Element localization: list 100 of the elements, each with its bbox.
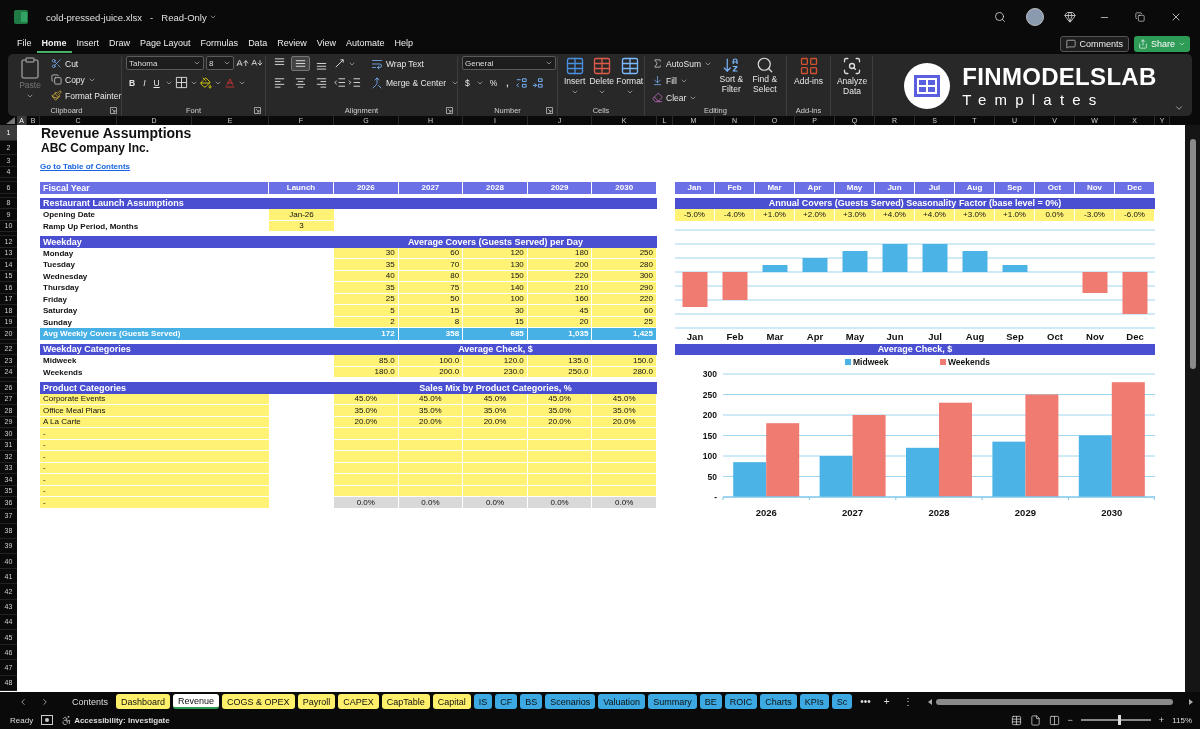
italic-button[interactable]: I	[140, 75, 149, 90]
delete-button[interactable]: Delete	[588, 56, 616, 96]
accessibility-status[interactable]: Accessibility: Investigate	[74, 715, 170, 725]
number-format-select[interactable]: General	[462, 56, 556, 70]
zoom-out-button[interactable]: −	[1067, 715, 1073, 725]
input-cell: 35	[334, 259, 399, 271]
menu-tab[interactable]: Draw	[104, 35, 136, 53]
row-label: Sunday	[42, 316, 73, 328]
comments-button[interactable]: Comments	[1060, 36, 1129, 52]
analyze-data-button[interactable]: Analyze Data	[835, 56, 869, 97]
scroll-left-icon[interactable]	[926, 698, 933, 705]
font-name-select[interactable]: Tahoma	[126, 56, 204, 70]
toc-link[interactable]: Go to Table of Contents	[40, 161, 131, 172]
sheet-tab[interactable]: CapTable	[381, 694, 430, 709]
column-header: Aug	[955, 182, 995, 194]
bold-button[interactable]: B	[126, 75, 139, 90]
column-header: Launch	[269, 182, 334, 194]
input-cell: -	[40, 497, 269, 509]
format-button[interactable]: Format	[616, 56, 644, 96]
input-cell	[592, 428, 657, 440]
column-header: May	[835, 182, 875, 194]
align-button[interactable]	[291, 56, 310, 71]
merge-center-button[interactable]: Merge & Center	[368, 75, 449, 90]
sheet-tab[interactable]: IS	[473, 694, 493, 709]
sheet-tab[interactable]: BS	[520, 694, 543, 709]
sheet-tab[interactable]: CF	[495, 694, 518, 709]
menu-tab[interactable]: Automate	[341, 35, 390, 53]
input-cell	[527, 451, 593, 463]
percent-button[interactable]: %	[486, 75, 501, 90]
column-header: Jul	[915, 182, 955, 194]
comma-button[interactable]: ,	[503, 75, 512, 90]
menu-tab[interactable]: Review	[272, 35, 312, 53]
dialog-launcher-icon[interactable]	[254, 107, 261, 114]
sheet-tab[interactable]: ROIC	[724, 694, 758, 709]
menu-tab[interactable]: View	[311, 35, 341, 53]
scroll-right-icon[interactable]	[1188, 698, 1194, 705]
add-ins-button[interactable]: Add-ins	[791, 56, 826, 87]
bar	[722, 271, 748, 300]
share-button[interactable]: Share	[1133, 36, 1190, 52]
sheet-tab[interactable]: Capital	[432, 694, 471, 709]
autosum-button[interactable]: AutoSum	[649, 56, 715, 71]
font-size-select[interactable]: 8	[206, 56, 234, 70]
clear-button[interactable]: Clear	[649, 90, 715, 105]
sheet-tab[interactable]: CAPEX	[338, 694, 379, 709]
sheet-tab[interactable]: Payroll	[297, 694, 336, 709]
section-header: Average Check, $	[675, 343, 1155, 355]
column-header: Feb	[715, 182, 755, 194]
menu-tab[interactable]: Insert	[71, 35, 105, 53]
dialog-launcher-icon[interactable]	[446, 107, 453, 114]
axis-label: Aug	[965, 330, 985, 342]
menu-tab[interactable]: File	[12, 35, 37, 53]
avatar[interactable]	[1026, 8, 1044, 26]
currency-button[interactable]: $	[462, 75, 473, 90]
zoom-in-button[interactable]: +	[1158, 715, 1165, 725]
column-header: Jun	[875, 182, 915, 194]
orientation-icon	[333, 57, 346, 70]
sheet-options-button[interactable]: ⋮	[897, 696, 918, 707]
sort-icon	[722, 56, 741, 74]
sheet-tab[interactable]: COGS & OPEX	[222, 694, 295, 709]
horizontal-scrollbar[interactable]	[926, 697, 1194, 706]
row-label: Friday	[42, 293, 68, 305]
zoom-thumb[interactable]	[1117, 715, 1121, 725]
axis-label: 2029	[1014, 507, 1036, 518]
macro-record-icon[interactable]	[41, 715, 54, 725]
menu-tab[interactable]: Page Layout	[135, 35, 196, 53]
cut-button[interactable]: Cut	[48, 56, 125, 71]
input-cell: 35.0%	[592, 405, 657, 417]
sheet-tab[interactable]: Summary	[648, 694, 697, 709]
wrap-text-button[interactable]: Wrap Text	[368, 56, 427, 71]
collapse-ribbon-icon	[1174, 103, 1184, 113]
vertical-scrollbar[interactable]	[1185, 125, 1200, 692]
read-only-menu[interactable]: Read-Only	[161, 11, 217, 23]
sheet-tab[interactable]: BE	[699, 694, 722, 709]
dialog-launcher-icon[interactable]	[110, 107, 117, 114]
zoom-level[interactable]: 115%	[1172, 715, 1192, 725]
table-icon	[564, 56, 585, 76]
dialog-launcher-icon[interactable]	[546, 107, 553, 114]
legend-label: Weekends	[948, 357, 990, 367]
sheet-tab[interactable]: Revenue	[173, 694, 220, 709]
add-sheet-button[interactable]: +	[878, 696, 895, 707]
insert-button[interactable]: Insert	[562, 56, 588, 96]
copy-button[interactable]: Copy	[48, 72, 125, 87]
underline-button[interactable]: U	[150, 75, 163, 90]
sheet-tab[interactable]: Contents	[67, 694, 114, 709]
sheet-tab[interactable]: Valuation	[598, 694, 646, 709]
total-cell: 1,035	[527, 328, 593, 340]
sheet-tab[interactable]: Dashboard	[116, 694, 171, 709]
caret-icon	[545, 59, 553, 67]
sheet-tab[interactable]: Sc	[831, 694, 853, 709]
sheet-tab[interactable]: Scenarios	[545, 694, 596, 709]
menu-tab[interactable]: Data	[243, 35, 273, 53]
find-select-button[interactable]: Find & Select	[747, 56, 782, 95]
menu-tab[interactable]: Help	[389, 35, 419, 53]
format-painter-button[interactable]: Format Painter	[48, 88, 125, 103]
sheet-tab[interactable]: KPIs	[799, 694, 829, 709]
sort-filter-button[interactable]: Sort & Filter	[716, 56, 746, 95]
sheet-tab[interactable]: Charts	[760, 694, 797, 709]
menu-tab[interactable]: Formulas	[195, 35, 244, 53]
fill-button[interactable]: Fill	[649, 73, 715, 88]
more-sheets-button[interactable]: •••	[855, 696, 876, 707]
